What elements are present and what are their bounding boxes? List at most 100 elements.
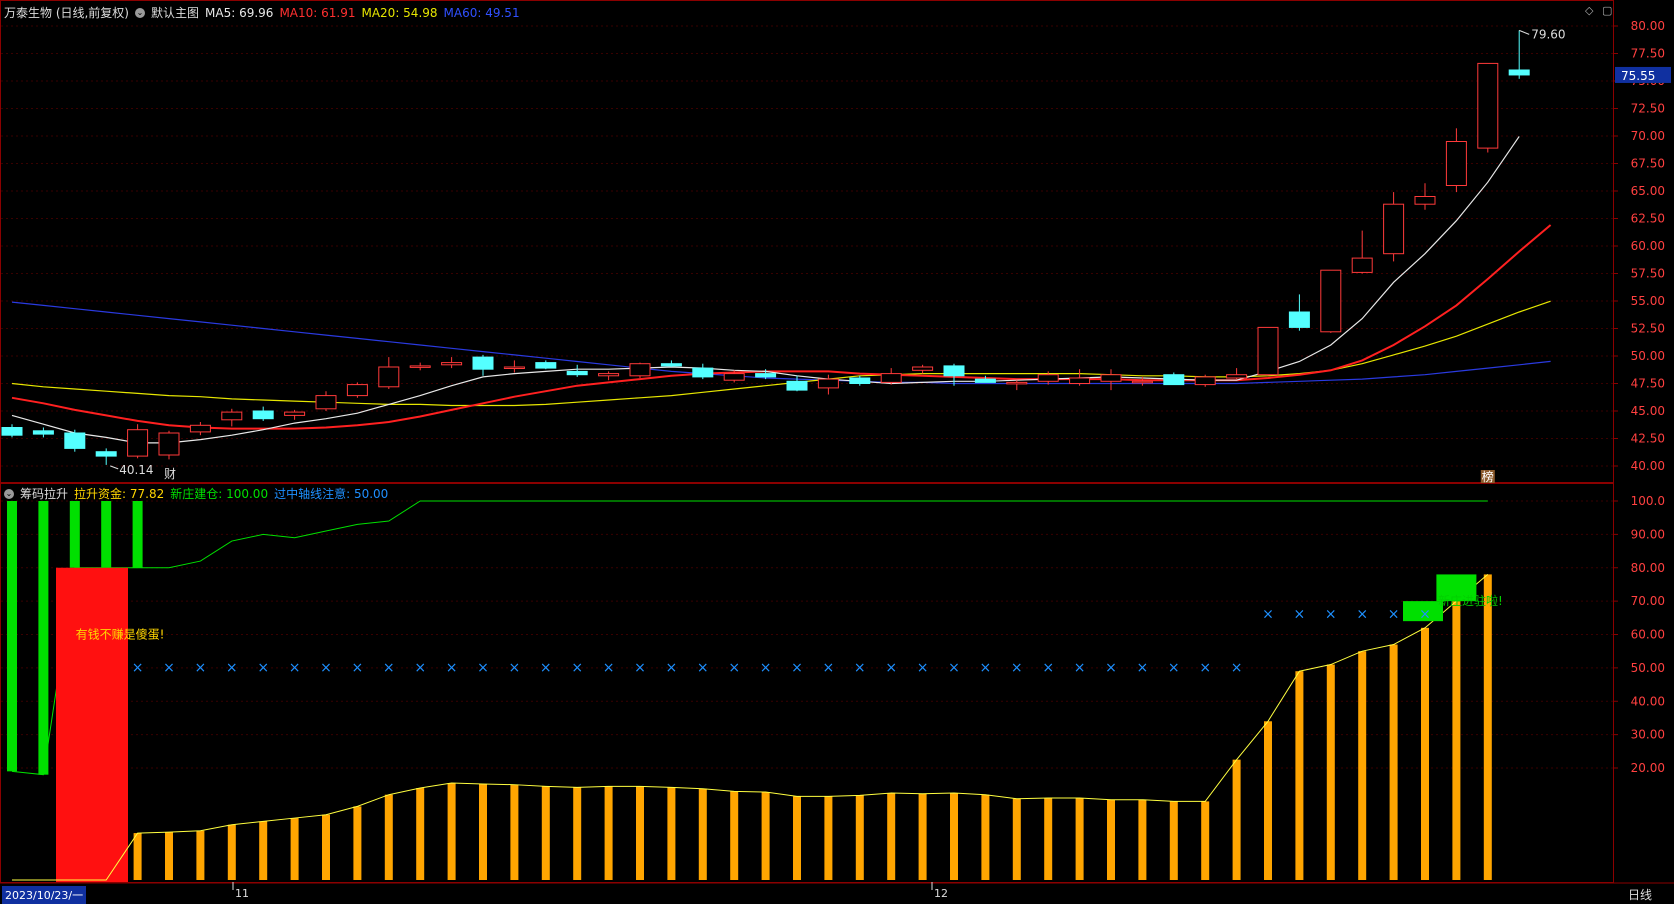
midline-cross-mark: × bbox=[320, 660, 332, 676]
candle bbox=[598, 371, 620, 381]
orange-bar bbox=[133, 833, 142, 880]
candle-body bbox=[629, 363, 651, 377]
candle bbox=[1257, 326, 1279, 376]
ma5-line bbox=[11, 136, 1520, 444]
orange-bar bbox=[1358, 651, 1367, 880]
green-bar bbox=[38, 501, 49, 775]
candle-body bbox=[1006, 381, 1028, 385]
orange-bar bbox=[479, 784, 487, 880]
candle-body bbox=[660, 363, 682, 367]
window-icon[interactable]: ▢ bbox=[1602, 4, 1612, 17]
high-price-label: 79.60 bbox=[1531, 27, 1565, 41]
price-axis-label: 70.00 bbox=[1631, 129, 1665, 143]
red-signal-block bbox=[56, 567, 128, 882]
midline-cross-mark: × bbox=[226, 660, 238, 676]
current-price-label: 75.55 bbox=[1621, 69, 1655, 83]
candle bbox=[346, 382, 368, 398]
ma5-label: MA5: 69.96 bbox=[205, 5, 274, 20]
midline-cross-mark: × bbox=[1294, 606, 1306, 622]
candle-body bbox=[1414, 196, 1436, 205]
midline-cross-mark: × bbox=[195, 660, 207, 676]
new-dealer-label: 新庄建仓: 100.00 bbox=[170, 487, 269, 501]
midline-cross-mark: × bbox=[1011, 660, 1023, 676]
candle-body bbox=[1383, 203, 1405, 255]
orange-bar bbox=[667, 787, 676, 880]
orange-bar bbox=[1232, 759, 1241, 880]
midline-cross-mark: × bbox=[132, 660, 144, 676]
candle-body bbox=[1477, 62, 1499, 149]
orange-bar bbox=[1264, 721, 1272, 880]
candle-body bbox=[1131, 380, 1153, 384]
candle bbox=[566, 364, 588, 377]
candle-body bbox=[95, 451, 117, 457]
orange-bar bbox=[1107, 799, 1115, 880]
sub-axis-label: 20.00 bbox=[1631, 761, 1665, 775]
period-button[interactable]: 日线 bbox=[1628, 886, 1652, 903]
sub-axis-label: 40.00 bbox=[1631, 694, 1665, 708]
annotation-dealer: 新庄进驻啦! bbox=[1438, 593, 1503, 608]
midline-cross-mark: × bbox=[1168, 660, 1180, 676]
candle-body bbox=[252, 410, 274, 420]
template-name[interactable]: 默认主图 bbox=[151, 4, 199, 21]
diamond-icon[interactable]: ◇ bbox=[1585, 4, 1593, 17]
candle bbox=[1351, 230, 1373, 274]
candle bbox=[912, 364, 934, 374]
midline-cross-mark: × bbox=[666, 660, 678, 676]
sub-axis-label: 30.00 bbox=[1631, 728, 1665, 742]
chevron-down-icon[interactable]: ⌄ bbox=[135, 7, 145, 18]
price-axis-label: 47.50 bbox=[1631, 377, 1665, 391]
price-axis-label: 40.00 bbox=[1631, 459, 1665, 473]
midline-cross-mark: × bbox=[603, 660, 615, 676]
candle bbox=[535, 360, 557, 370]
midline-cross-mark: × bbox=[352, 660, 364, 676]
lift-fund-label: 拉升资金: 77.82 bbox=[74, 487, 165, 501]
midline-cross-mark: × bbox=[414, 660, 426, 676]
midline-cross-mark: × bbox=[1419, 606, 1431, 622]
chart-canvas[interactable]: 80.0077.5075.0072.5070.0067.5065.0062.50… bbox=[0, 0, 1674, 904]
candle bbox=[692, 363, 714, 380]
candle-body bbox=[127, 429, 149, 457]
orange-bar bbox=[1201, 801, 1210, 880]
month-label-12: 12 bbox=[934, 887, 948, 900]
candle-body bbox=[1194, 376, 1216, 386]
midline-cross-mark: × bbox=[163, 660, 175, 676]
price-axis-label: 52.50 bbox=[1631, 322, 1665, 336]
midline-cross-mark: × bbox=[289, 660, 301, 676]
orange-bar bbox=[416, 788, 425, 880]
candle bbox=[127, 424, 149, 459]
midline-cross-mark: × bbox=[571, 660, 583, 676]
candle-body bbox=[315, 395, 337, 410]
orange-bar bbox=[793, 796, 801, 880]
indicator-name[interactable]: 筹码拉升 bbox=[20, 485, 68, 502]
sub-axis-label: 50.00 bbox=[1631, 661, 1665, 675]
orange-bar bbox=[1138, 799, 1147, 880]
candle bbox=[660, 360, 682, 367]
chevron-down-icon[interactable]: ⌄ bbox=[4, 488, 14, 499]
candle-body bbox=[1100, 374, 1122, 382]
candle-body bbox=[974, 378, 996, 383]
orange-bar bbox=[604, 786, 613, 880]
orange-bar bbox=[259, 821, 268, 880]
candle bbox=[315, 391, 337, 411]
midline-cross-mark: × bbox=[948, 660, 960, 676]
midline-cross-mark: × bbox=[1262, 606, 1274, 622]
candle-body bbox=[189, 424, 211, 433]
orange-bar bbox=[165, 832, 173, 880]
candle-body bbox=[1320, 269, 1342, 333]
low-price-label: 40.14 bbox=[119, 463, 153, 477]
price-axis-label: 80.00 bbox=[1631, 19, 1665, 33]
candle bbox=[378, 357, 400, 389]
candle-body bbox=[535, 362, 557, 369]
candle-body bbox=[378, 366, 400, 388]
stock-title[interactable]: 万泰生物 (日线,前复权) bbox=[4, 4, 129, 21]
sub-axis-label: 80.00 bbox=[1631, 561, 1665, 575]
orange-bar bbox=[1452, 601, 1461, 880]
candle-body bbox=[786, 380, 808, 391]
candle-body bbox=[158, 432, 180, 456]
midline-cross-mark: × bbox=[728, 660, 740, 676]
candle-body bbox=[1037, 374, 1059, 382]
candle bbox=[943, 363, 965, 386]
price-axis-label: 50.00 bbox=[1631, 349, 1665, 363]
candle-body bbox=[441, 362, 463, 366]
midline-cross-mark: × bbox=[509, 660, 521, 676]
